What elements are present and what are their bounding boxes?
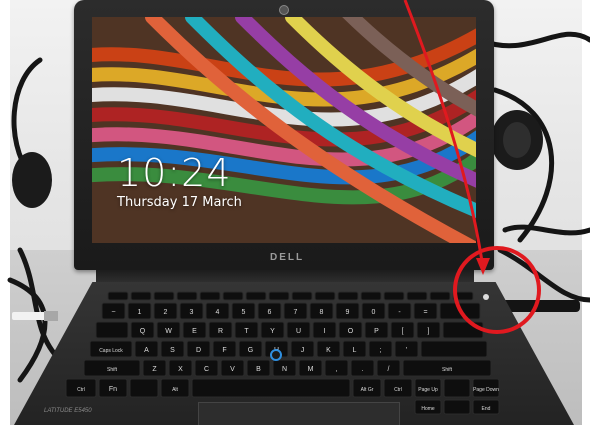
- arrow-head-icon: [476, 258, 490, 275]
- photo-scene: 10:24 Thursday 17 March DELL ~1 2 3 4 5 6 7 8 9 0…: [0, 0, 590, 425]
- annotation-overlay: [403, 0, 541, 334]
- annotation-arrow: [403, 0, 485, 269]
- annotation-circle: [453, 246, 541, 334]
